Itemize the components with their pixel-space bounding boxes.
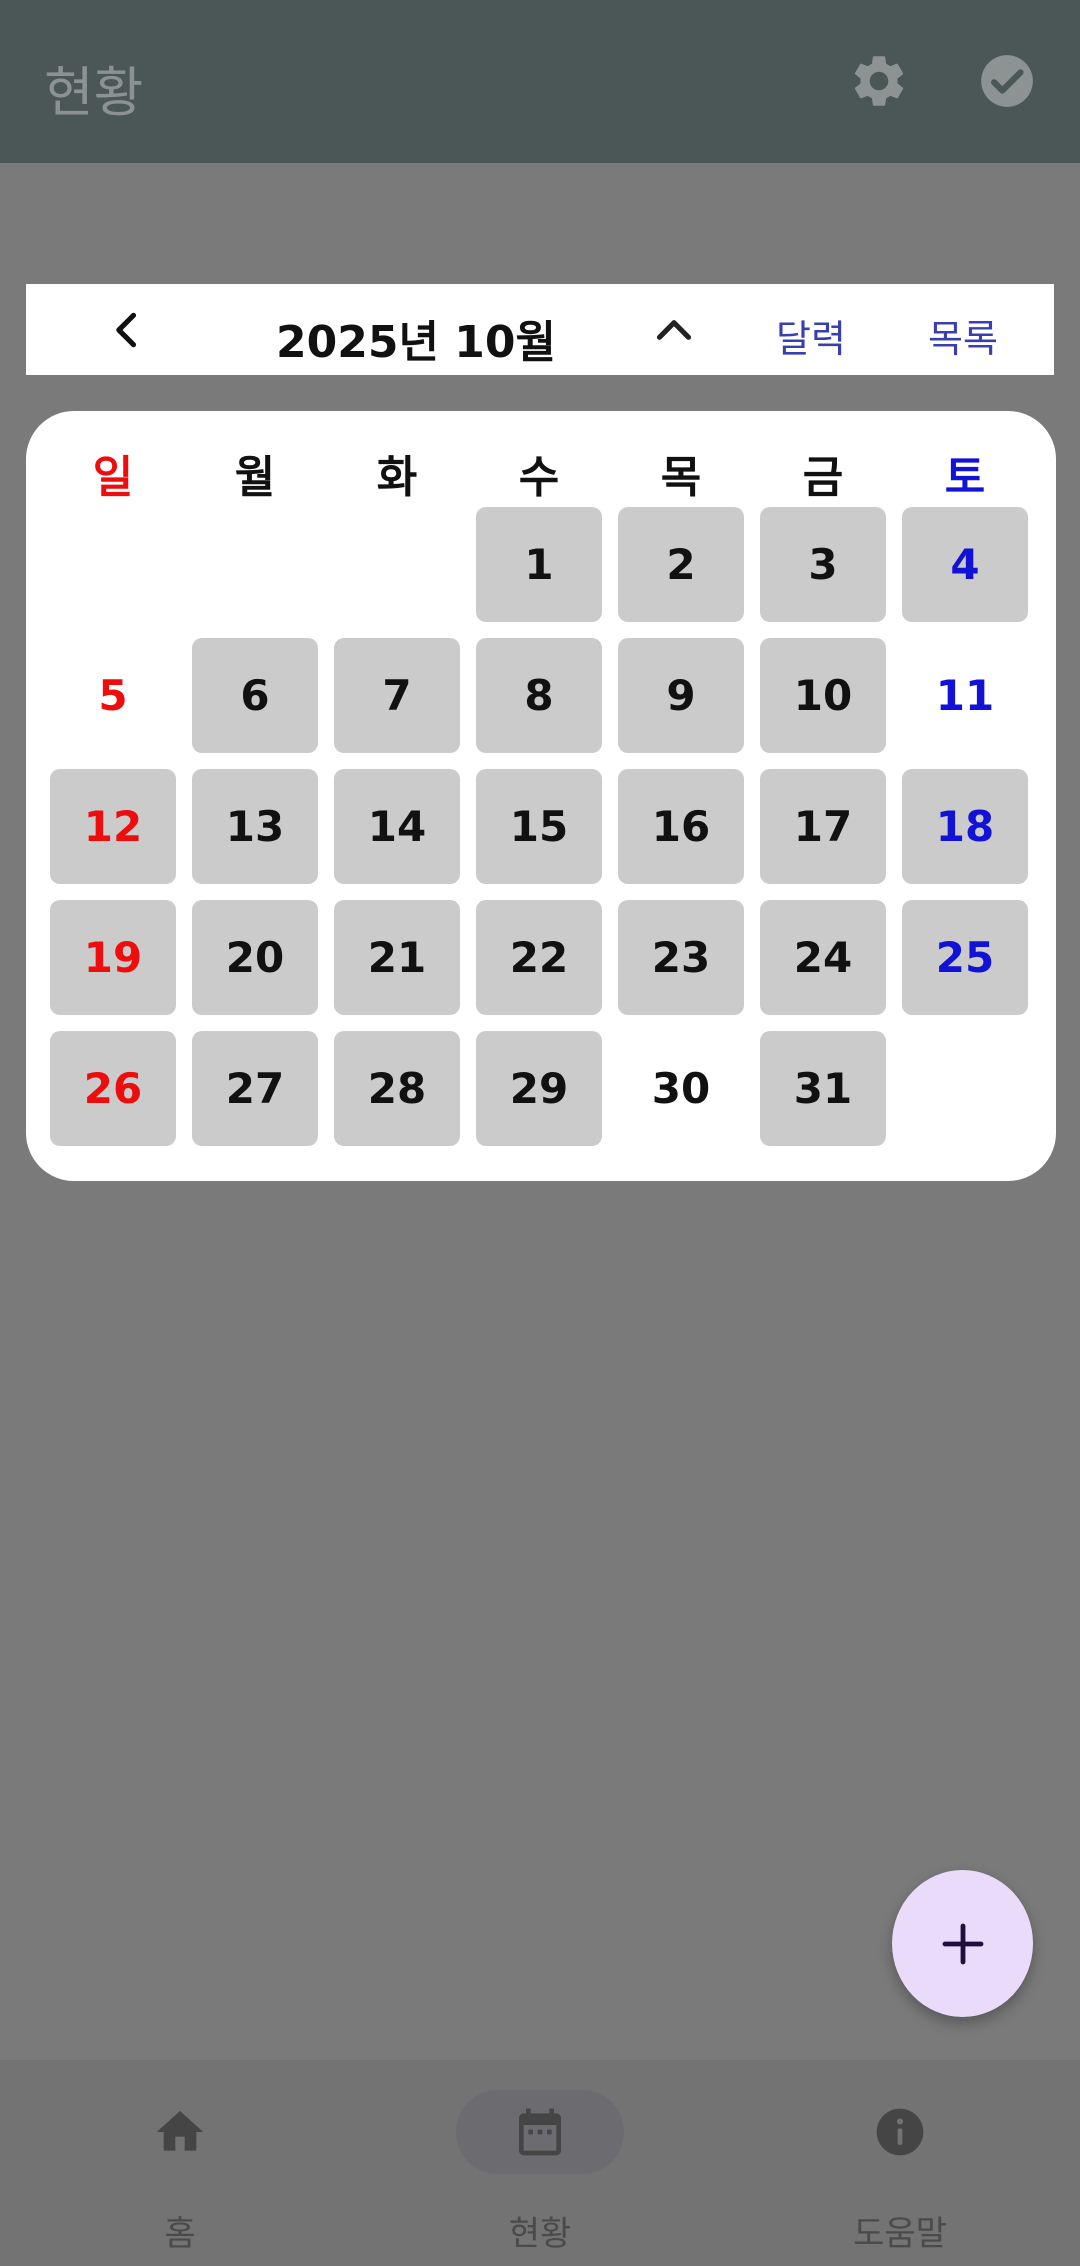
calendar-day[interactable]: 15 <box>476 769 602 884</box>
calendar-day[interactable]: 27 <box>192 1031 318 1146</box>
weekday-header: 토 <box>944 452 986 503</box>
calendar-day[interactable]: 9 <box>618 638 744 753</box>
calendar-day[interactable]: 31 <box>760 1031 886 1146</box>
calendar-day[interactable]: 24 <box>760 900 886 1015</box>
calendar-day[interactable]: 7 <box>334 638 460 753</box>
calendar-day[interactable]: 17 <box>760 769 886 884</box>
weekday-header: 월 <box>234 452 276 503</box>
nav-label-help: 도움말 <box>853 2214 947 2254</box>
gear-icon[interactable] <box>848 50 910 112</box>
calendar-day[interactable]: 3 <box>760 507 886 622</box>
calendar-day[interactable]: 5 <box>50 638 176 753</box>
nav-label-home: 홈 <box>164 2214 196 2254</box>
calendar-day[interactable]: 11 <box>902 638 1028 753</box>
calendar-day[interactable]: 13 <box>192 769 318 884</box>
page-title: 현황 <box>44 61 144 124</box>
calendar-day[interactable]: 18 <box>902 769 1028 884</box>
calendar-day[interactable]: 26 <box>50 1031 176 1146</box>
calendar-grid: 일 월 화 수 목 금 토 1 2 3 4 5 6 7 8 9 10 11 12 13 14 15 16 17 18 19 20 21… <box>26 411 1056 1181</box>
calendar-day[interactable]: 1 <box>476 507 602 622</box>
weekday-header: 화 <box>376 452 418 503</box>
calendar-day[interactable]: 8 <box>476 638 602 753</box>
calendar-day[interactable]: 28 <box>334 1031 460 1146</box>
nav-item-help[interactable]: 도움말 <box>720 2060 1080 2266</box>
calendar-day[interactable]: 30 <box>618 1031 744 1146</box>
check-circle-icon[interactable] <box>976 50 1038 112</box>
tab-calendar[interactable]: 달력 <box>776 308 846 363</box>
plus-icon <box>942 1923 983 1964</box>
calendar-day[interactable]: 16 <box>618 769 744 884</box>
calendar-day[interactable]: 21 <box>334 900 460 1015</box>
calendar-day[interactable]: 10 <box>760 638 886 753</box>
nav-label-status: 현황 <box>508 2214 572 2254</box>
tab-list[interactable]: 목록 <box>928 308 998 363</box>
calendar-icon <box>512 2104 568 2160</box>
app-bar: 현황 <box>0 0 1080 163</box>
nav-item-status[interactable]: 현황 <box>360 2060 720 2266</box>
month-title: 2025년 10월 <box>276 317 556 368</box>
add-button[interactable] <box>892 1870 1033 2017</box>
weekday-header: 목 <box>660 452 702 503</box>
calendar-day[interactable]: 25 <box>902 900 1028 1015</box>
calendar-day[interactable]: 2 <box>618 507 744 622</box>
calendar-day[interactable]: 29 <box>476 1031 602 1146</box>
calendar-day[interactable]: 23 <box>618 900 744 1015</box>
bottom-navigation: 홈 현황 도움말 <box>0 2060 1080 2266</box>
calendar-day[interactable]: 12 <box>50 769 176 884</box>
calendar-day[interactable]: 20 <box>192 900 318 1015</box>
weekday-header: 수 <box>518 452 560 503</box>
calendar-day[interactable]: 6 <box>192 638 318 753</box>
chevron-left-icon[interactable] <box>106 308 150 352</box>
weekday-header: 일 <box>92 452 134 503</box>
month-navigation-bar: 2025년 10월 달력 목록 <box>26 284 1054 375</box>
calendar-day[interactable]: 19 <box>50 900 176 1015</box>
weekday-header: 금 <box>802 452 844 503</box>
info-icon <box>872 2104 928 2160</box>
calendar-day[interactable]: 14 <box>334 769 460 884</box>
home-icon <box>152 2104 208 2160</box>
calendar-day[interactable]: 22 <box>476 900 602 1015</box>
chevron-up-icon[interactable] <box>652 310 696 350</box>
nav-item-home[interactable]: 홈 <box>0 2060 360 2266</box>
calendar-day[interactable]: 4 <box>902 507 1028 622</box>
